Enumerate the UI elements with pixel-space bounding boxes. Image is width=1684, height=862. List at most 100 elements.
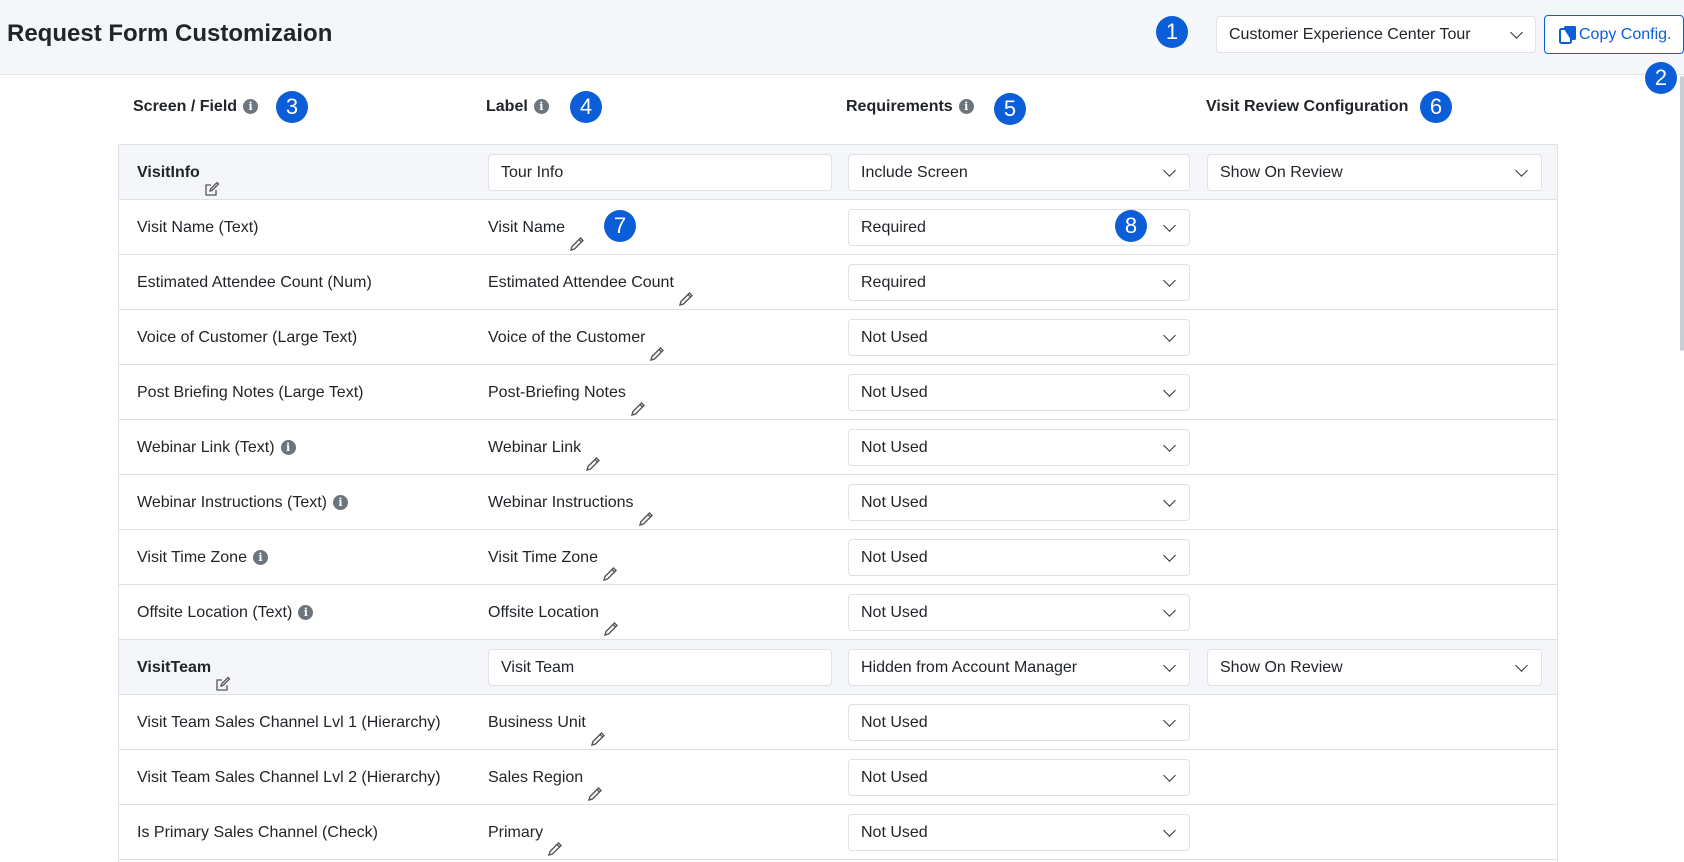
- field-label-cell: Webinar Link: [488, 420, 601, 475]
- chevron-down-icon: [1163, 714, 1176, 727]
- pencil-icon[interactable]: [649, 330, 665, 361]
- field-name-cell: VisitInfo: [137, 145, 220, 200]
- pencil-icon[interactable]: [587, 770, 603, 801]
- requirement-select[interactable]: Not Used: [848, 814, 1190, 851]
- info-icon[interactable]: i: [533, 99, 549, 115]
- table-row: Is Primary Sales Channel (Check) Primary N…: [119, 805, 1557, 860]
- field-label-cell: Estimated Attendee Count: [488, 255, 694, 310]
- field-name-cell: Webinar Link (Text) i: [137, 420, 296, 475]
- field-name: Is Primary Sales Channel (Check): [137, 824, 378, 841]
- chevron-down-icon: [1163, 439, 1176, 452]
- review-value: Show On Review: [1220, 659, 1343, 676]
- field-label-cell: Offsite Location: [488, 585, 619, 640]
- callout-badge-7: 7: [604, 210, 636, 242]
- scrollbar[interactable]: [1680, 76, 1684, 351]
- pencil-icon[interactable]: [638, 495, 654, 526]
- field-name-cell: Visit Team Sales Channel Lvl 1 (Hierarch…: [137, 695, 441, 750]
- field-name: Visit Name (Text): [137, 219, 259, 236]
- field-label-cell: Post-Briefing Notes: [488, 365, 646, 420]
- chevron-down-icon: [1163, 329, 1176, 342]
- pencil-icon[interactable]: [630, 385, 646, 416]
- requirement-select[interactable]: Not Used: [848, 594, 1190, 631]
- info-icon[interactable]: i: [958, 99, 974, 115]
- pencil-icon[interactable]: [678, 275, 694, 306]
- info-icon[interactable]: i: [243, 99, 259, 115]
- requirement-select[interactable]: Not Used: [848, 374, 1190, 411]
- config-select-value: Customer Experience Center Tour: [1229, 26, 1471, 43]
- review-select[interactable]: Show On Review: [1207, 154, 1542, 191]
- field-name: Offsite Location (Text): [137, 604, 293, 621]
- field-label-cell: Business Unit: [488, 695, 606, 750]
- requirement-value: Not Used: [861, 494, 928, 511]
- chevron-down-icon: [1515, 659, 1528, 672]
- pencil-icon[interactable]: [603, 605, 619, 636]
- field-label: Webinar Instructions: [488, 494, 634, 511]
- pencil-icon[interactable]: [590, 715, 606, 746]
- pencil-icon[interactable]: [602, 550, 618, 581]
- requirement-select[interactable]: Not Used: [848, 704, 1190, 741]
- requirement-select[interactable]: Not Used: [848, 484, 1190, 521]
- callout-badge-6: 6: [1420, 91, 1452, 123]
- chevron-down-icon: [1163, 824, 1176, 837]
- table-row: Visit Team Sales Channel Lvl 2 (Hierarch…: [119, 750, 1557, 805]
- field-label: Primary: [488, 824, 544, 841]
- column-header-label: Label i: [486, 98, 549, 116]
- callout-badge-2: 2: [1645, 62, 1677, 94]
- requirement-select[interactable]: Not Used: [848, 539, 1190, 576]
- screen-label-input[interactable]: Visit Team: [488, 649, 832, 686]
- field-name-cell: Visit Time Zone i: [137, 530, 268, 585]
- field-label: Voice of the Customer: [488, 329, 646, 346]
- column-header-review: Visit Review Configuration: [1206, 98, 1409, 115]
- callout-badge-1: 1: [1156, 16, 1188, 48]
- copy-config-label: Copy Config.: [1579, 26, 1672, 43]
- requirement-value: Hidden from Account Manager: [861, 659, 1078, 676]
- requirement-value: Required: [861, 274, 926, 291]
- info-icon[interactable]: i: [280, 440, 296, 456]
- copy-config-button[interactable]: Copy Config.: [1544, 15, 1684, 54]
- field-name: Estimated Attendee Count (Num): [137, 274, 372, 291]
- callout-badge-3: 3: [276, 91, 308, 123]
- config-select[interactable]: Customer Experience Center Tour: [1216, 16, 1536, 53]
- requirement-select[interactable]: Not Used: [848, 429, 1190, 466]
- field-name-cell: Visit Team Sales Channel Lvl 2 (Hierarch…: [137, 750, 441, 805]
- requirement-value: Not Used: [861, 549, 928, 566]
- field-label: Sales Region: [488, 769, 584, 786]
- chevron-down-icon: [1163, 384, 1176, 397]
- field-label: Visit Time Zone: [488, 549, 598, 566]
- table-row: Estimated Attendee Count (Num) Estimated …: [119, 255, 1557, 310]
- field-name-cell: Visit Name (Text): [137, 200, 259, 255]
- screen-label-input[interactable]: Tour Info: [488, 154, 832, 191]
- table-row: Visit Team Sales Channel Lvl 1 (Hierarch…: [119, 695, 1557, 750]
- requirement-select[interactable]: Not Used: [848, 319, 1190, 356]
- pencil-icon[interactable]: [547, 825, 563, 856]
- chevron-down-icon: [1515, 164, 1528, 177]
- info-icon[interactable]: i: [298, 605, 314, 621]
- table-row: Webinar Link (Text) i Webinar Link Not Used: [119, 420, 1557, 475]
- field-label-cell: Voice of the Customer: [488, 310, 665, 365]
- table-row: Offsite Location (Text) i Offsite Location…: [119, 585, 1557, 640]
- field-label-cell: Visit Time Zone: [488, 530, 618, 585]
- requirement-value: Required: [861, 219, 926, 236]
- chevron-down-icon: [1163, 769, 1176, 782]
- field-name-cell: Post Briefing Notes (Large Text): [137, 365, 363, 420]
- requirement-select[interactable]: Include Screen: [848, 154, 1190, 191]
- requirement-select[interactable]: Required: [848, 264, 1190, 301]
- requirement-select[interactable]: Hidden from Account Manager: [848, 649, 1190, 686]
- field-label-cell: Webinar Instructions: [488, 475, 654, 530]
- chevron-down-icon: [1510, 26, 1523, 39]
- screen-row: VisitInfo Tour Info Include Screen Show On …: [119, 145, 1557, 200]
- column-header-requirements: Requirements i: [846, 98, 974, 116]
- pencil-icon[interactable]: [585, 440, 601, 471]
- info-icon[interactable]: i: [252, 550, 268, 566]
- edit-square-icon[interactable]: [204, 165, 220, 196]
- edit-square-icon[interactable]: [215, 660, 231, 691]
- requirement-value: Not Used: [861, 384, 928, 401]
- review-select[interactable]: Show On Review: [1207, 649, 1542, 686]
- info-icon[interactable]: i: [333, 495, 348, 511]
- field-name-cell: Is Primary Sales Channel (Check): [137, 805, 378, 860]
- requirement-value: Not Used: [861, 769, 928, 786]
- requirement-select[interactable]: Not Used: [848, 759, 1190, 796]
- field-name: VisitTeam: [137, 659, 212, 676]
- pencil-icon[interactable]: [569, 220, 585, 251]
- column-header-field: Screen / Field i: [133, 98, 259, 116]
